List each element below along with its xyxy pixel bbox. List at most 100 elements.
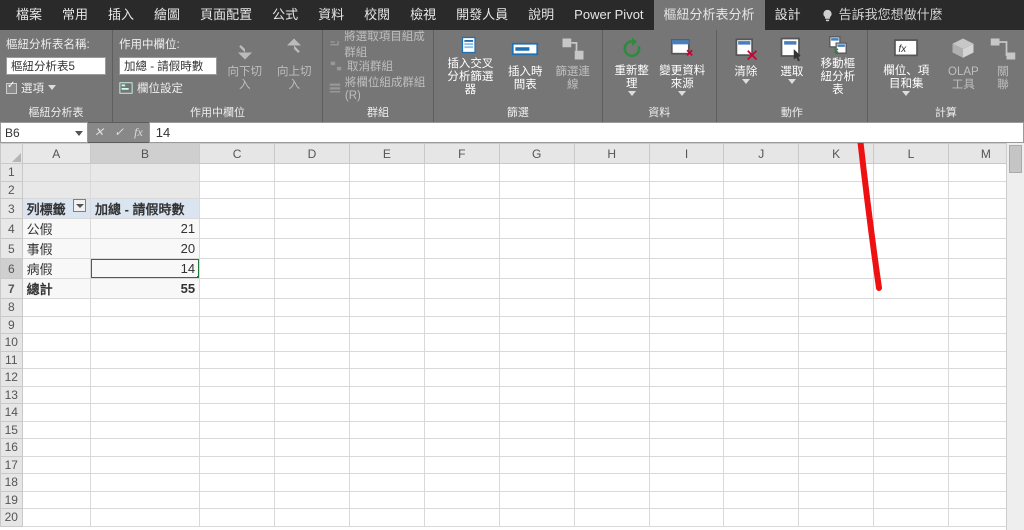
col-header-g[interactable]: G xyxy=(499,144,574,164)
active-cell[interactable]: 14 xyxy=(90,259,199,279)
change-data-source-button[interactable]: 變更資料來源 xyxy=(655,33,710,97)
pivot-name-label: 樞紐分析表名稱: xyxy=(6,36,90,52)
col-header-i[interactable]: I xyxy=(649,144,724,164)
pivot-cell[interactable]: 20 xyxy=(90,239,199,259)
pivot-total-value[interactable]: 55 xyxy=(90,279,199,299)
formula-bar: B6 ✕ ✓ fx 14 xyxy=(0,122,1024,143)
col-header-d[interactable]: D xyxy=(275,144,350,164)
formula-input[interactable]: 14 xyxy=(149,122,1024,143)
active-field-input[interactable]: 加總 - 請假時數 xyxy=(119,57,217,75)
insert-function-icon[interactable]: fx xyxy=(134,125,143,140)
insert-timeline-button[interactable]: 插入時間表 xyxy=(501,33,550,97)
row-header[interactable]: 4 xyxy=(1,219,23,239)
chevron-down-icon xyxy=(902,91,910,97)
row-header[interactable]: 5 xyxy=(1,239,23,259)
pivot-cell[interactable]: 21 xyxy=(90,219,199,239)
group-selection-button: 將選取項目組成群組 xyxy=(344,28,427,60)
col-header-l[interactable]: L xyxy=(874,144,949,164)
row-header[interactable]: 18 xyxy=(1,474,23,492)
field-settings-icon xyxy=(119,81,133,95)
tab-page-layout[interactable]: 頁面配置 xyxy=(190,0,262,30)
pivot-total-label[interactable]: 總計 xyxy=(22,279,90,299)
row-header[interactable]: 13 xyxy=(1,386,23,404)
group-label-pivot: 樞紐分析表 xyxy=(6,102,106,121)
ungroup-button: 取消群組 xyxy=(347,58,393,74)
fx-field-icon: fx xyxy=(892,35,920,62)
worksheet-grid[interactable]: A B C D E F G H I J K L M 1 2 3 列標籤 加總 -… xyxy=(0,143,1024,530)
col-header-f[interactable]: F xyxy=(424,144,499,164)
row-header[interactable]: 15 xyxy=(1,421,23,439)
col-header-e[interactable]: E xyxy=(349,144,424,164)
formula-value: 14 xyxy=(156,125,170,140)
vertical-scrollbar[interactable] xyxy=(1006,143,1024,530)
chevron-down-icon xyxy=(678,91,686,97)
tab-pivot-analyze[interactable]: 樞紐分析表分析 xyxy=(654,0,765,30)
name-box[interactable]: B6 xyxy=(0,122,88,143)
scrollbar-thumb[interactable] xyxy=(1009,145,1022,173)
pivot-cell[interactable]: 公假 xyxy=(22,219,90,239)
row-header[interactable]: 11 xyxy=(1,351,23,369)
olap-icon xyxy=(949,35,977,63)
tab-home[interactable]: 常用 xyxy=(52,0,98,30)
lightbulb-icon xyxy=(821,9,834,22)
row-header[interactable]: 7 xyxy=(1,279,23,299)
tab-power-pivot[interactable]: Power Pivot xyxy=(564,0,653,30)
fields-items-sets-button[interactable]: fx 欄位、項目和集 xyxy=(874,33,939,97)
tab-data[interactable]: 資料 xyxy=(308,0,354,30)
timeline-icon xyxy=(511,35,539,63)
pivot-cell[interactable]: 病假 xyxy=(22,259,90,279)
active-field-value: 加總 - 請假時數 xyxy=(124,58,203,74)
insert-slicer-button[interactable]: 插入交叉分析篩選器 xyxy=(440,33,501,97)
row-header[interactable]: 14 xyxy=(1,404,23,422)
col-header-b[interactable]: B xyxy=(90,144,199,164)
select-button[interactable]: 選取 xyxy=(769,33,815,97)
row-header[interactable]: 10 xyxy=(1,334,23,352)
col-header-a[interactable]: A xyxy=(22,144,90,164)
row-header[interactable]: 12 xyxy=(1,369,23,387)
clear-button[interactable]: 清除 xyxy=(723,33,769,97)
refresh-button[interactable]: 重新整理 xyxy=(609,33,655,97)
options-icon xyxy=(6,83,17,94)
cancel-formula-icon[interactable]: ✕ xyxy=(94,125,104,140)
row-header[interactable]: 16 xyxy=(1,439,23,457)
col-header-c[interactable]: C xyxy=(200,144,275,164)
olap-tools-button: OLAP 工具 xyxy=(939,33,988,97)
row-header[interactable]: 8 xyxy=(1,299,23,317)
ribbon-tabs: 檔案 常用 插入 繪圖 頁面配置 公式 資料 校閱 檢視 開發人員 說明 Pow… xyxy=(0,0,1024,30)
tab-draw[interactable]: 繪圖 xyxy=(144,0,190,30)
row-header[interactable]: 20 xyxy=(1,509,23,527)
row-header[interactable]: 6 xyxy=(1,259,23,279)
tab-developer[interactable]: 開發人員 xyxy=(446,0,518,30)
col-header-j[interactable]: J xyxy=(724,144,799,164)
tab-insert[interactable]: 插入 xyxy=(98,0,144,30)
pivot-options-button[interactable]: 選項 xyxy=(21,80,44,96)
tab-design[interactable]: 設計 xyxy=(765,0,811,30)
chevron-down-icon[interactable] xyxy=(75,131,83,137)
tell-me[interactable]: 告訴我您想做什麼 xyxy=(811,0,953,30)
row-header[interactable]: 9 xyxy=(1,316,23,334)
pivot-value-header[interactable]: 加總 - 請假時數 xyxy=(90,199,199,219)
filter-dropdown-icon[interactable] xyxy=(73,199,86,212)
row-header[interactable]: 2 xyxy=(1,181,23,199)
row-header[interactable]: 1 xyxy=(1,164,23,182)
pivot-name-input[interactable]: 樞紐分析表5 xyxy=(6,57,106,75)
field-settings-button[interactable]: 欄位設定 xyxy=(137,80,183,96)
tab-review[interactable]: 校閱 xyxy=(354,0,400,30)
col-header-k[interactable]: K xyxy=(799,144,874,164)
move-pivot-button[interactable]: 移動樞紐分析表 xyxy=(815,33,861,97)
row-header[interactable]: 3 xyxy=(1,199,23,219)
pivot-row-label-header[interactable]: 列標籤 xyxy=(22,199,90,219)
tab-formulas[interactable]: 公式 xyxy=(262,0,308,30)
enter-formula-icon[interactable]: ✓ xyxy=(114,125,124,140)
select-all-corner[interactable] xyxy=(1,144,23,164)
tab-view[interactable]: 檢視 xyxy=(400,0,446,30)
col-header-h[interactable]: H xyxy=(574,144,649,164)
row-header[interactable]: 17 xyxy=(1,456,23,474)
pivot-cell[interactable]: 事假 xyxy=(22,239,90,259)
group-label-filter: 篩選 xyxy=(440,102,596,121)
tab-file[interactable]: 檔案 xyxy=(6,0,52,30)
relationship-icon xyxy=(989,35,1017,63)
row-header[interactable]: 19 xyxy=(1,491,23,509)
group-selection-icon xyxy=(329,37,340,51)
tab-help[interactable]: 說明 xyxy=(518,0,564,30)
